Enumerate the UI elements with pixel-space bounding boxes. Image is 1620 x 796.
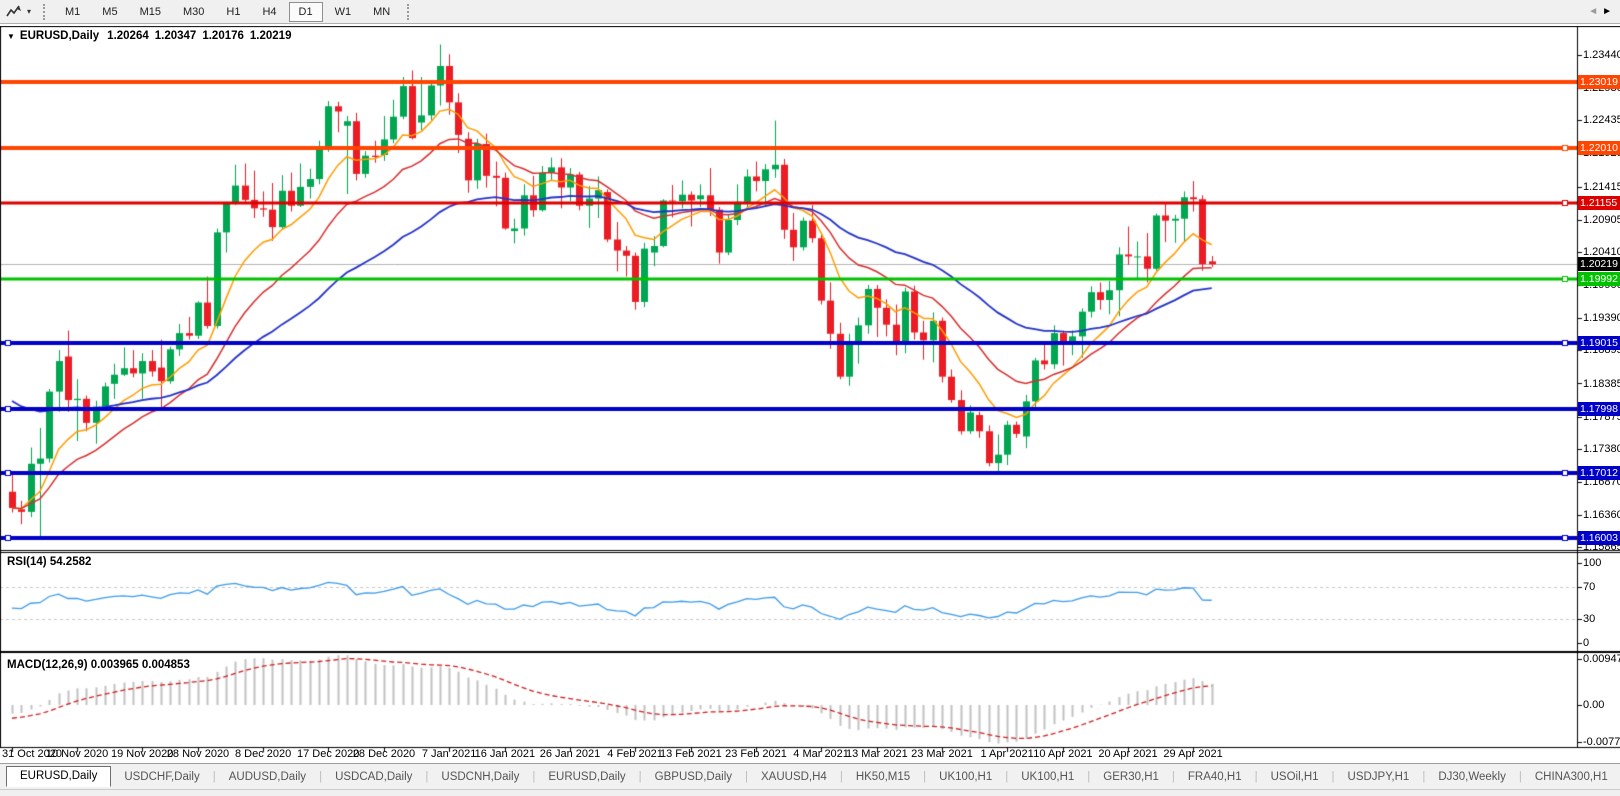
timeframe-button-h4[interactable]: H4 [252,2,286,22]
chart-tab-uk100-h1[interactable]: UK100,H1 [1008,769,1087,785]
line-studies-group[interactable]: ▾ [0,0,37,23]
tab-scroll-arrows: ◄► [1588,6,1616,17]
line-studies-icon[interactable] [6,4,24,20]
timeframe-toolbar: ▾ M1 M5 M15 M30 H1 H4 D1 W1 MN [0,0,1620,24]
chart-tab-china300-h1[interactable]: CHINA300,H1 [1522,769,1620,785]
chart-tab-bar: EURUSD,Daily USDCHF,Daily | AUDUSD,Daily | US… [0,763,1620,789]
toolbar-drag-handle-end[interactable] [407,3,412,20]
timeframe-button-m5[interactable]: M5 [92,2,127,22]
timeframe-button-m30[interactable]: M30 [173,2,214,22]
timeframe-button-m1[interactable]: M1 [55,2,90,22]
timeframe-buttons: M1 M5 M15 M30 H1 H4 D1 W1 MN [54,1,401,22]
chart-tab-usdchf-daily[interactable]: USDCHF,Daily [111,769,212,785]
chart-tab-xauusd-h4[interactable]: XAUUSD,H4 [748,769,840,785]
chevron-down-icon[interactable]: ▾ [27,7,31,16]
terminal-window: ▾ M1 M5 M15 M30 H1 H4 D1 W1 MN ▼ EURUSD,Daily 1.20… [0,0,1620,796]
tab-scroll-left-icon[interactable]: ◄ [1588,6,1602,17]
chart-tab-audusd-daily[interactable]: AUDUSD,Daily [216,769,319,785]
chart-tab-usdcad-daily[interactable]: USDCAD,Daily [322,769,425,785]
chart-tab-usdcnh-daily[interactable]: USDCNH,Daily [428,769,532,785]
timeframe-button-w1[interactable]: W1 [325,2,362,22]
timeframe-button-h1[interactable]: H1 [216,2,250,22]
chart-tab-usdjpy-h1[interactable]: USDJPY,H1 [1335,769,1423,785]
status-strip [0,789,1620,796]
timeframe-button-d1[interactable]: D1 [288,1,323,22]
tab-scroll-right-icon[interactable]: ► [1602,6,1616,17]
timeframe-button-m15[interactable]: M15 [130,2,171,22]
chart-tab-usoil-h1[interactable]: USOil,H1 [1258,769,1332,785]
timeframe-button-mn[interactable]: MN [363,2,400,22]
chart-tab-gbpusd-daily[interactable]: GBPUSD,Daily [642,769,745,785]
chart-tab-hk50-m15[interactable]: HK50,M15 [843,769,923,785]
chart-tab-uk100-h1[interactable]: UK100,H1 [926,769,1005,785]
toolbar-drag-handle[interactable] [43,3,48,20]
chart-canvas[interactable] [0,26,1620,760]
chart-tab-eurusd-daily[interactable]: EURUSD,Daily [535,769,638,785]
chart-tab-ger30-h1[interactable]: GER30,H1 [1090,769,1172,785]
chart-tab-eurusd-daily[interactable]: EURUSD,Daily [6,766,112,787]
chart-tab-fra40-h1[interactable]: FRA40,H1 [1175,769,1255,785]
chart-tab-dj30-weekly[interactable]: DJ30,Weekly [1425,769,1519,785]
